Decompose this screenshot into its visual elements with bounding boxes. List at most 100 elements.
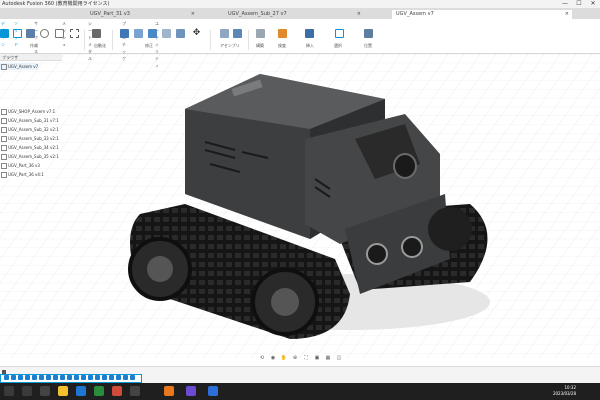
timeline-feature[interactable]	[130, 375, 135, 380]
tree-item[interactable]: UGV_Assem_Sub_34 v2:1	[0, 144, 59, 151]
tree-item-root[interactable]: UGV_Assem v7	[0, 63, 39, 70]
timeline-feature[interactable]	[4, 375, 9, 380]
revolve-icon[interactable]	[40, 29, 49, 38]
tree-item[interactable]: UGV_Assem_Sub_32 v2:1	[0, 126, 59, 133]
position-icon[interactable]	[364, 29, 373, 38]
fillet-icon[interactable]	[134, 29, 143, 38]
app-icon[interactable]	[208, 386, 218, 396]
clock[interactable]: 10:32 2023/03/28	[553, 385, 576, 397]
timeline-feature[interactable]	[74, 375, 79, 380]
select-icon[interactable]	[335, 29, 344, 38]
display-icon[interactable]: ▣	[313, 355, 321, 362]
tab-ugv-assem[interactable]: UGV_Assem v7 ×	[392, 10, 572, 19]
tree-item[interactable]: UGV_Assem_Sub_31 v7:1	[0, 117, 59, 124]
app-icon[interactable]	[130, 386, 140, 396]
edge-icon[interactable]	[76, 386, 86, 396]
viewport-canvas[interactable]	[0, 54, 600, 358]
move-icon[interactable]: ✥	[192, 29, 201, 38]
offset-plane-icon[interactable]	[256, 29, 265, 38]
pattern-icon[interactable]	[70, 29, 79, 38]
close-icon[interactable]: ×	[565, 10, 569, 19]
browser-header[interactable]: ブラウザ	[0, 54, 62, 61]
visibility-icon[interactable]	[1, 154, 7, 160]
fusion-360-icon[interactable]	[164, 386, 174, 396]
timeline-feature[interactable]	[109, 375, 114, 380]
chrome-icon[interactable]	[112, 386, 122, 396]
search-icon[interactable]	[22, 386, 32, 396]
group-automate[interactable]: 自動化	[94, 43, 106, 49]
group-create[interactable]: 作成	[30, 43, 38, 49]
group-insert[interactable]: 挿入	[306, 43, 314, 49]
group-inspect[interactable]: 検査	[278, 43, 286, 49]
timeline-feature[interactable]	[95, 375, 100, 380]
box-icon[interactable]	[55, 29, 64, 38]
tree-item[interactable]: UGV_Assem_Sub_35 v2:1	[0, 153, 59, 160]
shell-icon[interactable]	[148, 29, 157, 38]
tree-item[interactable]: UGV_Part_36 v3	[0, 162, 40, 169]
tree-item[interactable]: UGV_Assem_Sub_33 v2:1	[0, 135, 59, 142]
press-pull-icon[interactable]	[120, 29, 129, 38]
close-icon[interactable]: ×	[191, 10, 195, 19]
sketch-icon[interactable]	[13, 29, 22, 38]
visibility-icon[interactable]	[1, 118, 7, 124]
group-select[interactable]: 選択	[334, 43, 342, 49]
timeline-feature[interactable]	[102, 375, 107, 380]
timeline-feature[interactable]	[88, 375, 93, 380]
wheel-hub	[271, 288, 299, 316]
tree-item[interactable]: UGV_SHOP_Assem v7:1	[0, 108, 56, 115]
timeline-feature[interactable]	[67, 375, 72, 380]
pan-icon[interactable]: ✋	[280, 355, 288, 362]
automate-icon[interactable]	[92, 29, 101, 38]
visibility-icon[interactable]	[1, 127, 7, 133]
visibility-icon[interactable]	[1, 109, 7, 115]
timeline-feature[interactable]	[60, 375, 65, 380]
minimize-button[interactable]: —	[558, 0, 572, 8]
scale-icon[interactable]	[176, 29, 185, 38]
timeline-feature[interactable]	[116, 375, 121, 380]
visibility-icon[interactable]	[1, 136, 7, 142]
timeline-feature[interactable]	[32, 375, 37, 380]
timeline-feature[interactable]	[39, 375, 44, 380]
combine-icon[interactable]	[162, 29, 171, 38]
wheel-front-right[interactable]	[428, 207, 472, 251]
task-view-icon[interactable]	[40, 386, 50, 396]
visibility-icon[interactable]	[1, 172, 7, 178]
timeline-feature[interactable]	[46, 375, 51, 380]
timeline-feature[interactable]	[123, 375, 128, 380]
group-modify[interactable]: 修正	[145, 43, 153, 49]
group-position[interactable]: 位置	[364, 43, 372, 49]
close-icon[interactable]: ×	[357, 10, 361, 19]
grid-icon[interactable]: ▦	[324, 355, 332, 362]
orbit-icon[interactable]: ⟲	[258, 355, 266, 362]
group-construct[interactable]: 構築	[256, 43, 264, 49]
visibility-icon[interactable]	[1, 163, 7, 169]
store-icon[interactable]	[94, 386, 104, 396]
close-button[interactable]: ✕	[586, 0, 600, 8]
maximize-button[interactable]: ☐	[572, 0, 586, 8]
tab-ugv-assem-sub-27[interactable]: UGV_Assem_Sub_27 v7 ×	[224, 10, 364, 19]
zoom-icon[interactable]: ⊕	[291, 355, 299, 362]
timeline-feature[interactable]	[18, 375, 23, 380]
new-component-icon[interactable]	[0, 29, 9, 38]
visibility-icon[interactable]	[1, 145, 7, 151]
start-icon[interactable]	[4, 386, 14, 396]
timeline-feature[interactable]	[25, 375, 30, 380]
timeline-feature[interactable]	[81, 375, 86, 380]
insert-icon[interactable]	[305, 29, 314, 38]
extrude-icon[interactable]	[26, 29, 35, 38]
visibility-icon[interactable]	[1, 64, 7, 70]
tree-item[interactable]: UGV_Part_36 v4:1	[0, 171, 44, 178]
tree-item-label: UGV_Assem_Sub_33 v2:1	[8, 136, 59, 141]
group-assemble[interactable]: アセンブリ	[220, 43, 240, 49]
app-icon[interactable]	[186, 386, 196, 396]
new-component-icon[interactable]	[220, 29, 229, 38]
timeline-feature[interactable]	[53, 375, 58, 380]
tab-ugv-part-31[interactable]: UGV_Part_31 v3 ×	[86, 10, 198, 19]
file-explorer-icon[interactable]	[58, 386, 68, 396]
timeline-feature[interactable]	[11, 375, 16, 380]
fit-icon[interactable]: ⛶	[302, 355, 310, 362]
measure-icon[interactable]	[278, 29, 287, 38]
joint-icon[interactable]	[233, 29, 242, 38]
viewports-icon[interactable]: ◫	[335, 355, 343, 362]
look-at-icon[interactable]: ◉	[269, 355, 277, 362]
